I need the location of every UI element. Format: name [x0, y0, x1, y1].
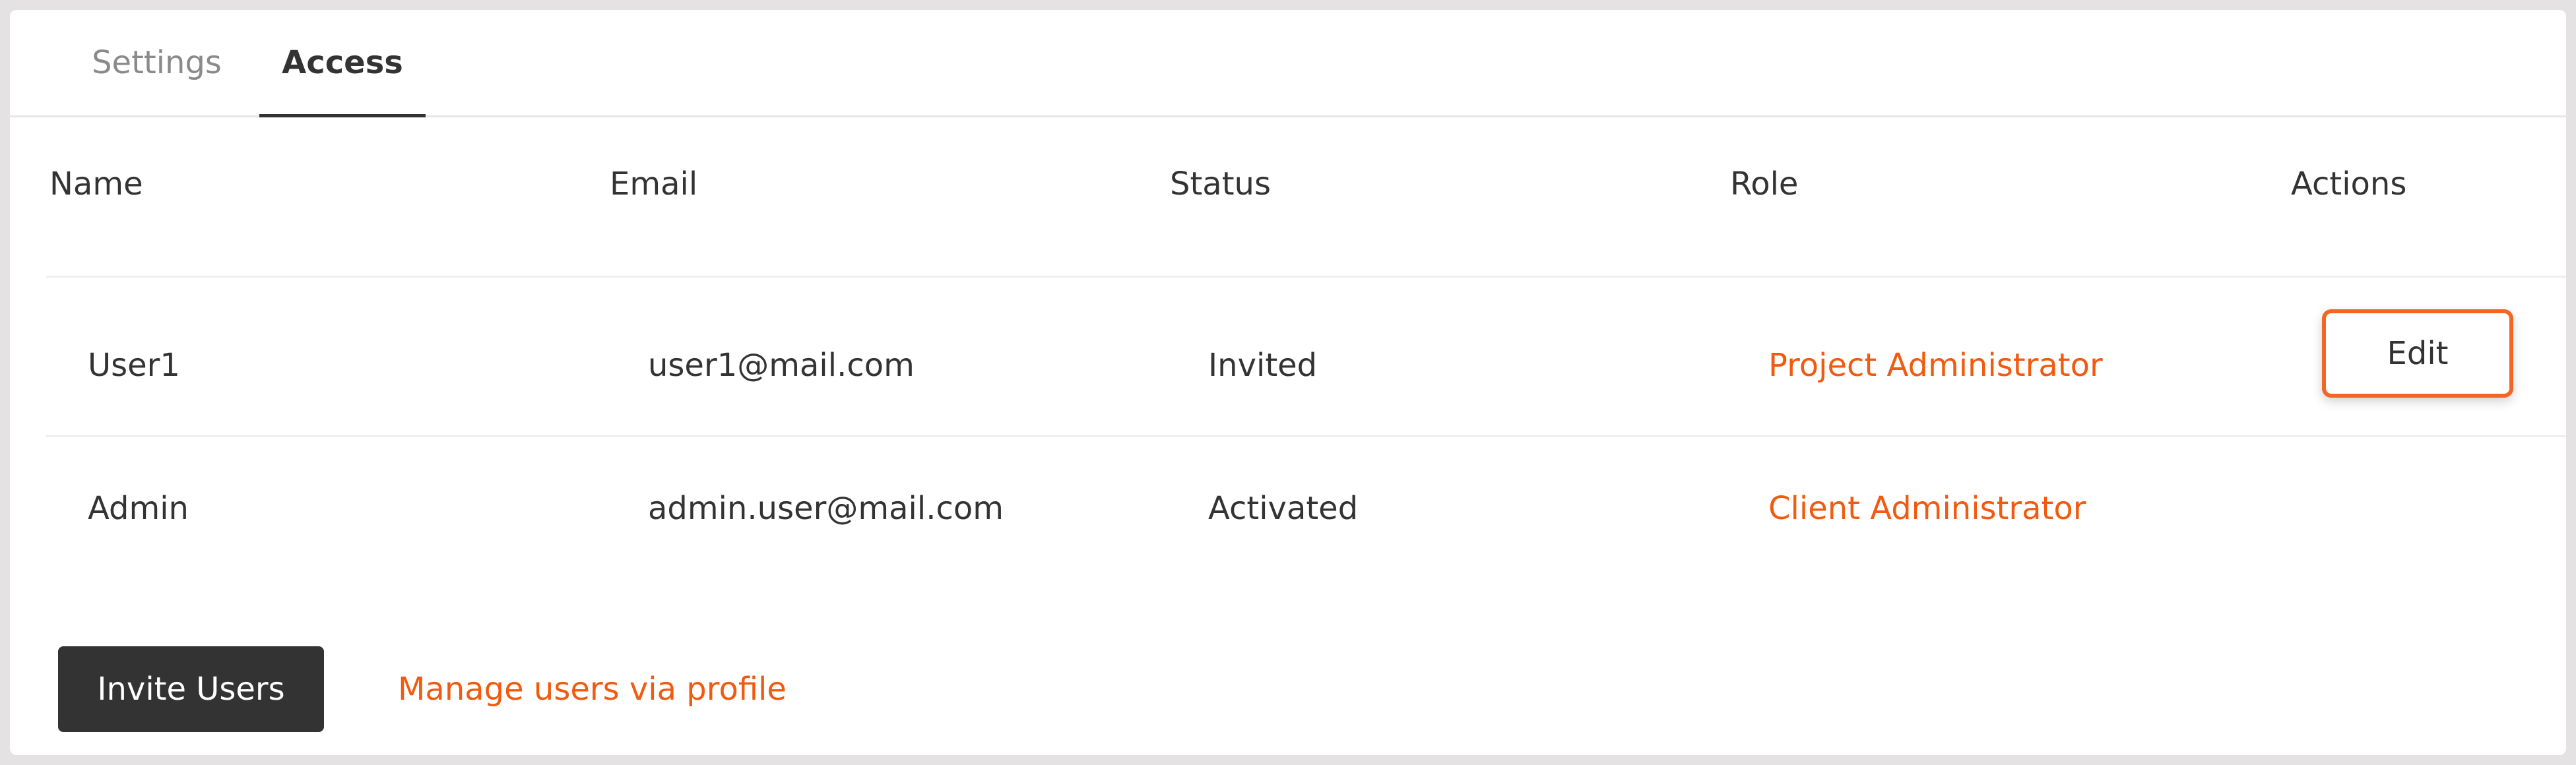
column-header-status: Status [1170, 166, 1271, 202]
column-header-name: Name [49, 166, 143, 202]
table-row: Admin admin.user@mail.com Activated Clie… [46, 435, 2566, 569]
user-role-link[interactable]: Project Administrator [1768, 347, 2103, 384]
invite-users-button[interactable]: Invite Users [58, 646, 324, 732]
invite-users-label: Invite Users [97, 671, 285, 708]
user-status: Invited [1208, 347, 1318, 384]
user-email: user1@mail.com [648, 347, 915, 384]
tab-access-label: Access [282, 44, 403, 81]
user-role-link[interactable]: Client Administrator [1768, 490, 2086, 527]
tab-settings-label: Settings [92, 44, 222, 81]
table-row: User1 user1@mail.com Invited Project Adm… [46, 276, 2566, 436]
edit-button-label: Edit [2387, 335, 2449, 372]
user-name: User1 [88, 347, 180, 384]
table-header: Name Email Status Role Actions [10, 117, 2566, 272]
table-footer: Invite Users Manage users via profile [10, 643, 2566, 735]
edit-button[interactable]: Edit [2322, 309, 2513, 398]
manage-users-link[interactable]: Manage users via profile [398, 643, 787, 735]
column-header-role: Role [1730, 166, 1799, 202]
tab-settings[interactable]: Settings [82, 10, 231, 115]
column-header-email: Email [610, 166, 698, 202]
user-email: admin.user@mail.com [648, 490, 1004, 527]
access-panel: Settings Access Name Email Status Role A… [10, 10, 2566, 755]
tab-bar: Settings Access [10, 10, 2566, 117]
column-header-actions: Actions [2291, 166, 2407, 202]
user-name: Admin [88, 490, 189, 527]
tab-access[interactable]: Access [259, 10, 426, 117]
user-status: Activated [1208, 490, 1359, 527]
